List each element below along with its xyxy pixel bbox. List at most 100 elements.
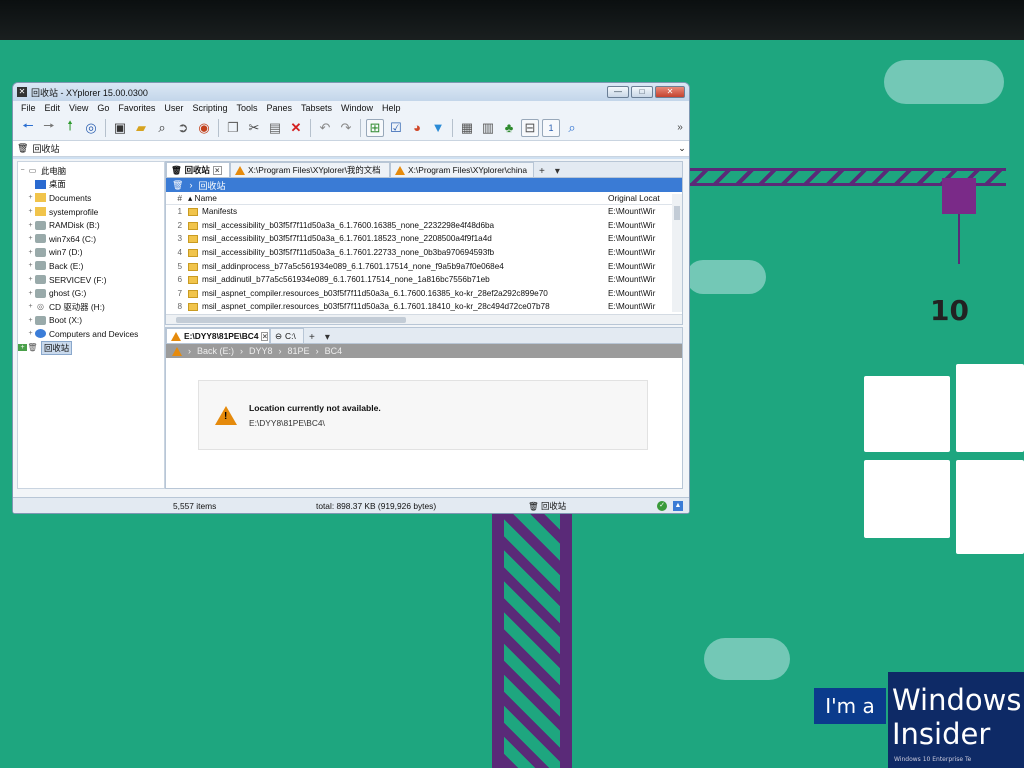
copy-icon[interactable]: ❐: [224, 119, 242, 137]
tab-list-chevron-icon[interactable]: ▾: [320, 332, 335, 343]
expander[interactable]: +: [26, 290, 35, 297]
paste-icon[interactable]: ▤: [266, 119, 284, 137]
breadcrumb-chevron-icon[interactable]: ›: [189, 180, 192, 190]
menu-user[interactable]: User: [164, 103, 183, 113]
app-icon[interactable]: ✕: [17, 87, 27, 97]
file-row[interactable]: 8 msil_aspnet_compiler.resources_b03f5f7f…: [166, 300, 682, 314]
folder-open-icon[interactable]: ▰: [132, 119, 150, 137]
computer-icon[interactable]: ▣: [111, 119, 129, 137]
column-header-num[interactable]: #: [166, 193, 188, 203]
title-bar[interactable]: ✕ 回收站 - XYplorer 15.00.0300 — □ ✕: [13, 83, 689, 101]
tree-item-recycle-bin[interactable]: + 🗑 回收站: [18, 340, 164, 355]
tree-item[interactable]: + systemprofile: [18, 205, 164, 219]
maximize-button[interactable]: □: [631, 86, 653, 98]
expander[interactable]: +: [26, 249, 35, 256]
back-arrow-icon[interactable]: 🠔: [19, 118, 37, 137]
expander[interactable]: +: [26, 222, 35, 229]
pie-chart-icon[interactable]: ◕: [408, 119, 426, 137]
file-row[interactable]: 4 msil_accessibility_b03f5f7f11d50a3a_6.1…: [166, 246, 682, 260]
tree-item[interactable]: 桌面: [18, 178, 164, 192]
tree-item[interactable]: + Boot (X:): [18, 314, 164, 328]
tab-xyplorer-docs[interactable]: X:\Program Files\XYplorer\我的文档: [230, 162, 390, 177]
breadcrumb-item[interactable]: 回收站: [198, 179, 225, 192]
cut-icon[interactable]: ✂: [245, 119, 263, 137]
file-row[interactable]: 1 Manifests E:\Mount\Wir: [166, 205, 682, 219]
scroll-thumb[interactable]: [176, 317, 406, 323]
checkbox-icon[interactable]: ☑: [387, 119, 405, 137]
expander[interactable]: +: [26, 235, 35, 242]
redo-icon[interactable]: ↷: [337, 119, 355, 137]
tree-item[interactable]: + win7x64 (C:): [18, 232, 164, 246]
vertical-scrollbar[interactable]: [672, 194, 682, 312]
breadcrumb-chevron-icon[interactable]: ›: [279, 346, 282, 356]
column-header-original-location[interactable]: Original Locat: [608, 193, 682, 203]
tree-item[interactable]: + ◎ CD 驱动器 (H:): [18, 300, 164, 314]
thumbnails-icon[interactable]: ▦: [458, 119, 476, 137]
tree-item[interactable]: + win7 (D:): [18, 246, 164, 260]
tree-icon[interactable]: ♣: [500, 119, 518, 137]
breadcrumb-chevron-icon[interactable]: ›: [316, 346, 319, 356]
address-input[interactable]: 回收站: [32, 142, 671, 155]
expander[interactable]: +: [18, 344, 27, 352]
forward-circle-icon[interactable]: ➲: [174, 119, 192, 137]
tree-item[interactable]: + RAMDisk (B:): [18, 218, 164, 232]
horizontal-scrollbar[interactable]: [166, 314, 682, 324]
expander[interactable]: +: [26, 303, 35, 310]
new-tab-button[interactable]: +: [304, 332, 320, 343]
tab-recycle-bin[interactable]: 🗑 回收站 ×: [166, 162, 230, 177]
menu-help[interactable]: Help: [382, 103, 401, 113]
tab-xyplorer-china[interactable]: X:\Program Files\XYplorer\china: [390, 162, 534, 177]
breadcrumb-item[interactable]: BC4: [325, 346, 343, 356]
menu-scripting[interactable]: Scripting: [192, 103, 227, 113]
filter-icon[interactable]: ▼: [429, 119, 447, 137]
tree-item[interactable]: + ghost (G:): [18, 286, 164, 300]
delete-icon[interactable]: ✕: [287, 119, 305, 137]
tab-c-drive[interactable]: ⊖ C:\: [270, 328, 304, 343]
menu-panes[interactable]: Panes: [266, 103, 292, 113]
menu-view[interactable]: View: [69, 103, 88, 113]
file-row[interactable]: 2 msil_accessibility_b03f5f7f11d50a3a_6.1…: [166, 219, 682, 233]
menu-edit[interactable]: Edit: [45, 103, 61, 113]
tree-item[interactable]: + SERVICEV (F:): [18, 273, 164, 287]
forward-arrow-icon[interactable]: 🠖: [40, 118, 58, 137]
tree-item[interactable]: − ▭ 此电脑: [18, 164, 164, 178]
expander[interactable]: +: [26, 330, 35, 337]
menu-window[interactable]: Window: [341, 103, 373, 113]
close-tab-icon[interactable]: ×: [212, 165, 222, 175]
expander[interactable]: +: [26, 194, 35, 201]
scroll-thumb[interactable]: [674, 206, 680, 220]
recycle-circle-icon[interactable]: ◉: [195, 119, 213, 137]
close-tab-icon[interactable]: ×: [261, 331, 269, 341]
column-header-name[interactable]: ▴ Name: [188, 193, 608, 203]
file-row[interactable]: 3 msil_accessibility_b03f5f7f11d50a3a_6.1…: [166, 232, 682, 246]
file-row[interactable]: 6 msil_addinutil_b77a5c561934e089_6.1.760…: [166, 273, 682, 287]
undo-icon[interactable]: ↶: [316, 119, 334, 137]
minimize-button[interactable]: —: [607, 86, 629, 98]
dual-pane-icon[interactable]: ⊟: [521, 118, 539, 137]
menu-file[interactable]: File: [21, 103, 36, 113]
new-tab-button[interactable]: +: [534, 166, 550, 177]
status-up-icon[interactable]: ▲: [673, 500, 683, 511]
menu-tools[interactable]: Tools: [236, 103, 257, 113]
menu-tabsets[interactable]: Tabsets: [301, 103, 332, 113]
status-ok-icon[interactable]: ✓: [657, 500, 667, 511]
toolbar-more-chevron[interactable]: »: [671, 119, 689, 137]
details-view-icon[interactable]: ▥: [479, 119, 497, 137]
breadcrumb-item[interactable]: 81PE: [288, 346, 310, 356]
pane-1-icon[interactable]: 1: [542, 118, 560, 137]
find-icon[interactable]: ⌕: [153, 119, 171, 137]
tab-list-chevron-icon[interactable]: ▾: [550, 166, 565, 177]
chevron-down-icon[interactable]: ⌄: [675, 143, 689, 154]
breadcrumb-item[interactable]: Back (E:): [197, 346, 234, 356]
breadcrumb-chevron-icon[interactable]: ›: [240, 346, 243, 356]
file-row[interactable]: 7 msil_aspnet_compiler.resources_b03f5f7f…: [166, 287, 682, 301]
tree-item[interactable]: + Back (E:): [18, 259, 164, 273]
file-row[interactable]: 5 msil_addinprocess_b77a5c561934e089_6.1.…: [166, 259, 682, 273]
close-button[interactable]: ✕: [655, 86, 685, 98]
search-icon[interactable]: ⌕: [563, 119, 581, 137]
expander[interactable]: +: [26, 208, 35, 215]
expander[interactable]: +: [26, 262, 35, 269]
expander[interactable]: −: [18, 167, 27, 174]
target-icon[interactable]: ◎: [82, 119, 100, 137]
breadcrumb-chevron-icon[interactable]: ›: [188, 346, 191, 356]
